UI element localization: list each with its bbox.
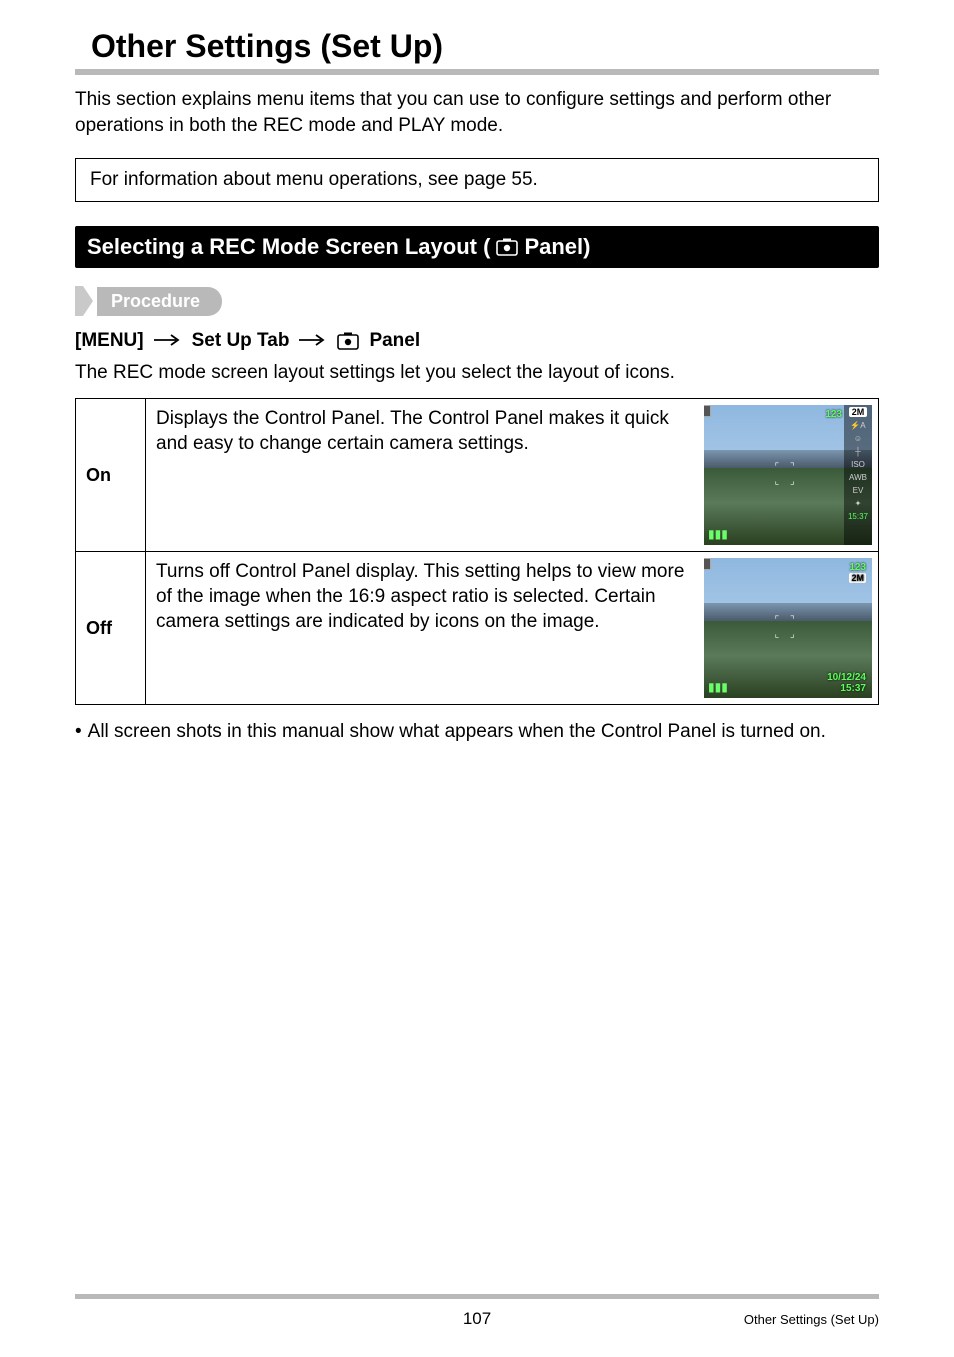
note-bullet: • All screen shots in this manual show w… (75, 719, 879, 745)
battery-icon: ▮▮▮ (708, 680, 728, 694)
page-number: 107 (463, 1309, 491, 1329)
footer-section-label: Other Settings (Set Up) (744, 1312, 879, 1327)
procedure-pill: Procedure (97, 287, 222, 316)
sidebar-item: ✦ (855, 499, 862, 508)
path-step-setup: Set Up Tab (192, 330, 290, 352)
thumb-time: 15:37 (840, 683, 866, 694)
camera-icon (496, 238, 518, 256)
sidebar-time: 15:37 (848, 512, 868, 521)
info-note-box: For information about menu operations, s… (75, 158, 879, 202)
camera-icon (337, 332, 359, 350)
size-badge: 2M (849, 573, 866, 583)
sidebar-item: ☺ (854, 434, 862, 443)
shot-count: 123 (825, 409, 842, 420)
focus-brackets-icon: ⌜ ⌝⌞ ⌟ (775, 461, 799, 489)
table-row: Off Turns off Control Panel display. Thi… (76, 552, 879, 705)
table-row: On Displays the Control Panel. The Contr… (76, 399, 879, 552)
section-description: The REC mode screen layout settings let … (75, 362, 879, 384)
section-heading-prefix: Selecting a REC Mode Screen Layout ( (87, 234, 490, 260)
option-thumb-off: 123 2M ⌜ ⌝⌞ ⌟ 10/12/24 15:37 ▮▮▮ (698, 552, 879, 705)
path-step-menu: [MENU] (75, 330, 144, 352)
procedure-accent (75, 286, 83, 316)
page-title: Other Settings (Set Up) (91, 28, 879, 65)
section-heading-suffix: Panel) (524, 234, 590, 260)
option-text-on: Displays the Control Panel. The Control … (146, 399, 699, 552)
title-divider (75, 69, 879, 75)
sidebar-item: ┼ (855, 447, 861, 456)
option-label-off: Off (76, 552, 146, 705)
focus-brackets-icon: ⌜ ⌝⌞ ⌟ (775, 614, 799, 642)
option-text-off: Turns off Control Panel display. This se… (146, 552, 699, 705)
options-table: On Displays the Control Panel. The Contr… (75, 398, 879, 705)
procedure-chevron-icon (83, 286, 93, 316)
sidebar-item: ISO (851, 460, 865, 469)
arrow-icon (299, 330, 327, 352)
intro-text: This section explains menu items that yo… (75, 87, 879, 138)
procedure-label-row: Procedure (75, 286, 879, 316)
screenshot-thumb-off: 123 2M ⌜ ⌝⌞ ⌟ 10/12/24 15:37 ▮▮▮ (704, 558, 872, 698)
footer-divider (75, 1294, 879, 1299)
option-thumb-on: 123 ⌜ ⌝⌞ ⌟ 2M ⚡A ☺ ┼ ISO AWB EV ✦ 15:37 … (698, 399, 879, 552)
page-footer: 107 Other Settings (Set Up) (75, 1294, 879, 1329)
shot-count: 123 (849, 562, 866, 573)
control-panel-sidebar: 2M ⚡A ☺ ┼ ISO AWB EV ✦ 15:37 (844, 405, 872, 545)
mode-icon (704, 405, 711, 417)
section-heading: Selecting a REC Mode Screen Layout ( Pan… (75, 226, 879, 268)
thumb-date: 10/12/24 (827, 672, 866, 683)
screenshot-thumb-on: 123 ⌜ ⌝⌞ ⌟ 2M ⚡A ☺ ┼ ISO AWB EV ✦ 15:37 … (704, 405, 872, 545)
sidebar-item: ⚡A (850, 421, 865, 430)
path-step-panel: Panel (369, 330, 420, 352)
sidebar-item: AWB (849, 473, 867, 482)
top-right-info: 123 2M (849, 562, 866, 584)
size-badge: 2M (849, 407, 868, 417)
date-time-overlay: 10/12/24 15:37 (827, 672, 866, 694)
battery-icon: ▮▮▮ (708, 527, 728, 541)
note-text: All screen shots in this manual show wha… (88, 719, 826, 745)
menu-path: [MENU] Set Up Tab Panel (75, 330, 879, 352)
arrow-icon (154, 330, 182, 352)
sidebar-item: EV (853, 486, 864, 495)
option-label-on: On (76, 399, 146, 552)
bullet-dot-icon: • (75, 719, 82, 745)
mode-icon (704, 558, 711, 570)
